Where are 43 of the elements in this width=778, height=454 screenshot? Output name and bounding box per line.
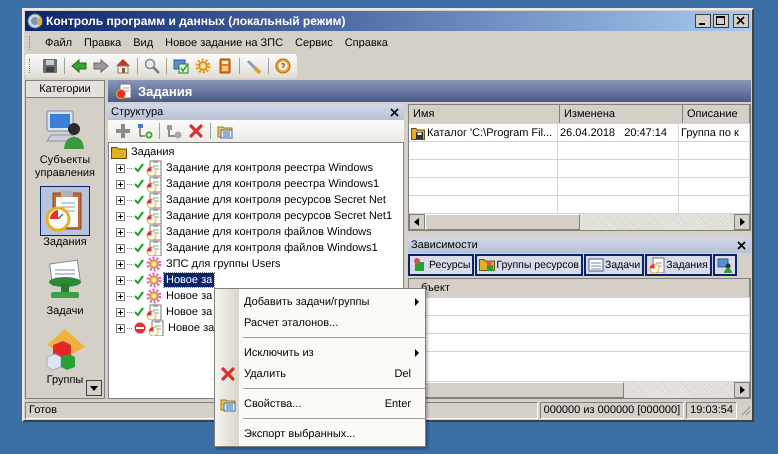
tree-item[interactable]: Задание для контроля ресурсов Secret Net1 — [164, 209, 394, 223]
column-header[interactable]: Описание — [683, 105, 750, 123]
menu-item[interactable]: Вид — [127, 35, 160, 51]
pane-title: Зависимости — [411, 239, 478, 251]
tree-item[interactable]: Новое за — [166, 321, 216, 335]
category-item[interactable]: Задачи — [40, 255, 90, 318]
menu-item[interactable]: Экспорт выбранных... — [215, 423, 425, 444]
tree-item[interactable]: Задания — [129, 145, 176, 159]
pane-title: Структура — [111, 106, 164, 118]
category-item[interactable]: Группы — [40, 324, 90, 387]
tree-item[interactable]: Задание для контроля ресурсов Secret Net — [164, 193, 388, 207]
shortcut-text: Del — [394, 368, 411, 380]
record-counter: 000000 из 000000 [000000] — [540, 402, 684, 418]
tab[interactable]: Задания — [645, 254, 712, 276]
tree-item[interactable]: Задание для контроля реестра Windows1 — [164, 177, 382, 191]
tree-item[interactable]: Новое за — [164, 289, 214, 303]
menu-item[interactable]: Сервис — [289, 35, 339, 51]
tree-item[interactable]: Новое за — [164, 305, 214, 319]
column-header[interactable]: Изменена — [560, 105, 683, 123]
menu-item[interactable]: Файл — [39, 35, 78, 51]
menu-item[interactable]: Справка — [338, 35, 394, 51]
menu-item[interactable]: Расчет эталонов... — [215, 312, 425, 333]
table-cell: 26.04.2018 20:47:14 — [560, 126, 668, 138]
tab[interactable]: Группы ресурсов — [475, 254, 583, 276]
menu-item[interactable]: Правка — [78, 35, 128, 51]
menu-item[interactable]: Удалить Del — [215, 363, 425, 384]
tab[interactable]: Задачи — [584, 254, 644, 276]
status-time: 19:03:54 — [686, 402, 737, 418]
tree-item[interactable]: Новое за — [164, 273, 214, 287]
tab[interactable]: Ресурсы — [408, 254, 474, 276]
table-cell: Группа по к — [681, 126, 739, 138]
menu-item[interactable]: Исключить из — [215, 342, 425, 363]
category-item[interactable]: Субъекты управления — [26, 104, 104, 180]
section-title: Задания — [138, 84, 192, 98]
tree-item[interactable]: Задание для контроля реестра Windows — [164, 161, 375, 175]
tree-item[interactable]: Задание для контроля файлов Windows — [164, 225, 374, 239]
window-title: Контроль программ и данных (локальный режим) — [46, 14, 346, 28]
tree-item[interactable]: Задание для контроля файлов Windows1 — [164, 241, 380, 255]
tree-item[interactable]: ЗПС для группы Users — [164, 257, 283, 271]
menu-item[interactable]: Новое задание на ЗПС — [159, 35, 290, 51]
column-header[interactable]: Имя — [409, 105, 560, 123]
categories-header: Категории — [26, 81, 104, 98]
table-cell: Каталог 'C:\Program Fil... — [427, 126, 552, 138]
